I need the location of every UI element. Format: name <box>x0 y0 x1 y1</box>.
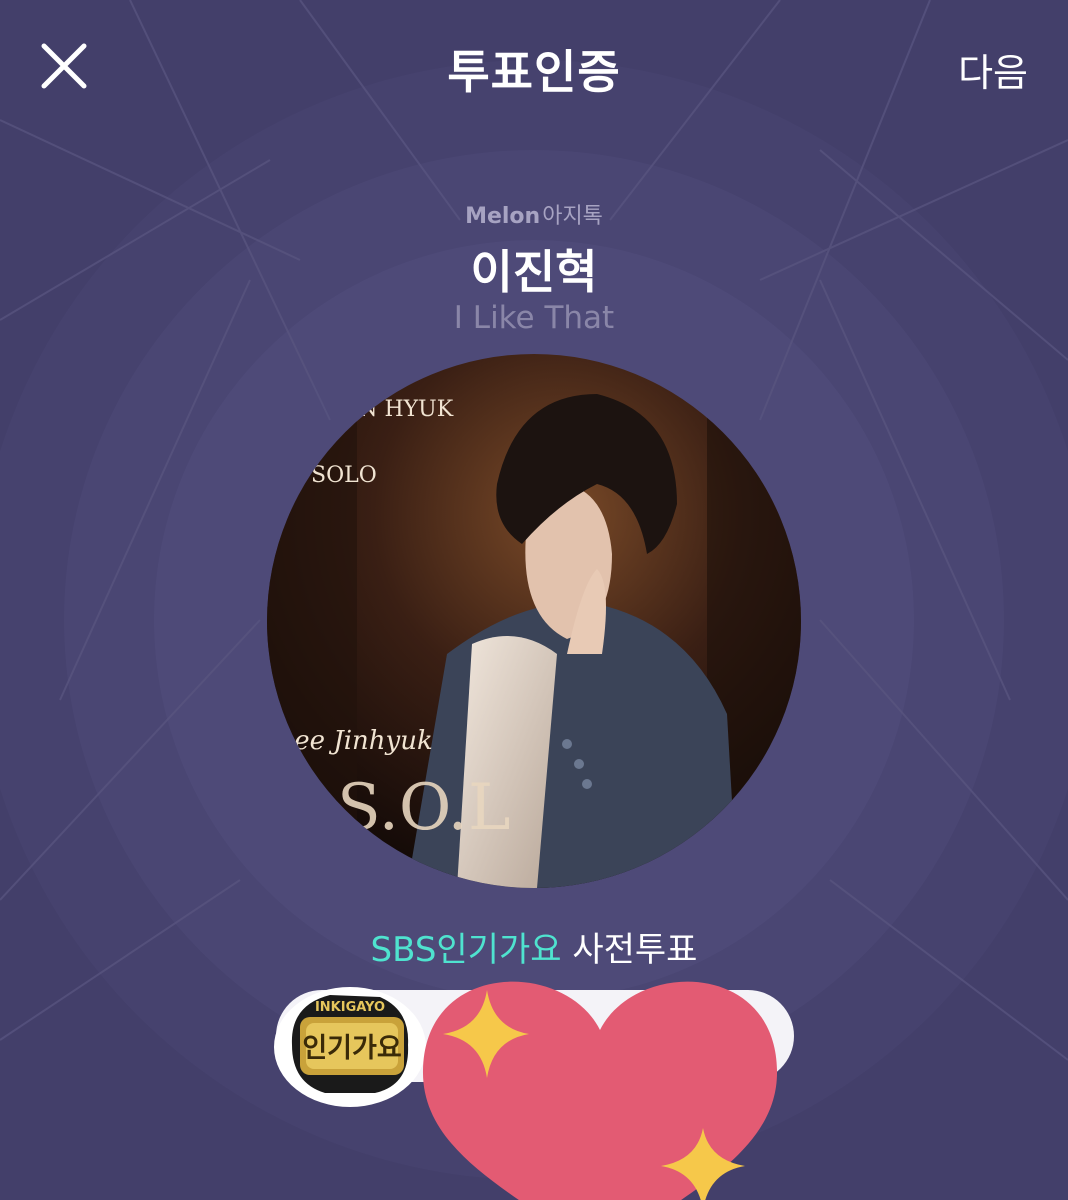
album-text-line3: SOLO <box>311 463 377 488</box>
app-brand: Melon아지톡 <box>0 198 1068 230</box>
brand-sub: 아지톡 <box>542 204 603 229</box>
inkigayo-logo-main: 인기가요 <box>302 1033 401 1064</box>
next-button[interactable]: 다음 <box>958 42 1028 97</box>
song-title: I Like That <box>453 300 615 336</box>
inkigayo-logo-top: INKIGAYO <box>315 1000 385 1015</box>
album-art: LEE JIN HYUK 1st SOLO Lee Jinhyuk S.O.L <box>267 354 801 888</box>
inkigayo-logo: INKIGAYO 인기가요 <box>274 987 426 1107</box>
artist-name: 이진혁 <box>470 245 598 299</box>
page-title: 투표인증 <box>447 45 621 99</box>
brand-logo: Melon <box>465 204 541 229</box>
heart-icon <box>422 981 778 1200</box>
top-bar: 투표인증 다음 <box>0 0 1068 135</box>
